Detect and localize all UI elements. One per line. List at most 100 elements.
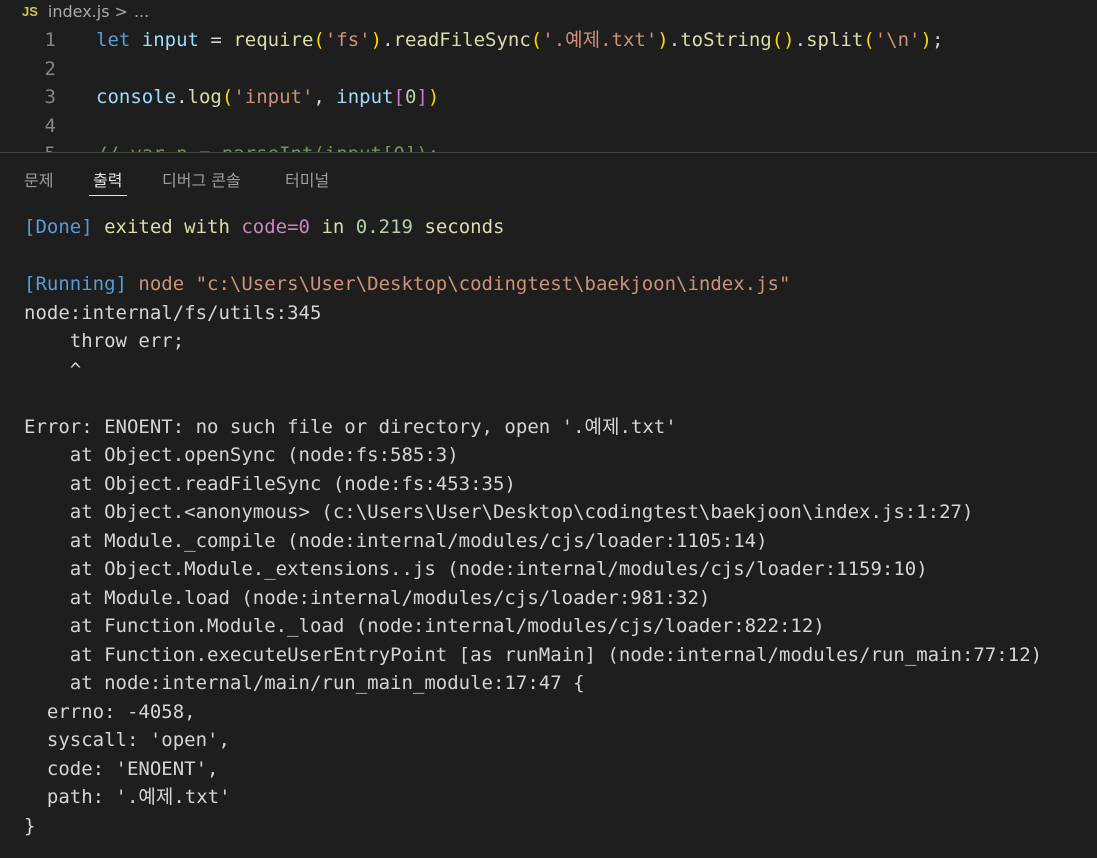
code-token: . xyxy=(382,29,394,51)
code-token: ) xyxy=(427,86,440,108)
output-line: node:internal/fs/utils:345 xyxy=(24,299,1042,328)
output-line: errno: -4058, xyxy=(24,698,1042,727)
output-line: at node:internal/main/run_main_module:17… xyxy=(24,669,1042,698)
output-segment: syscall: 'open', xyxy=(24,729,230,751)
code-token: [ xyxy=(393,86,405,108)
output-segment: path: '.예제.txt' xyxy=(24,786,231,808)
output-segment: throw err; xyxy=(24,330,185,352)
output-line: throw err; xyxy=(24,327,1042,356)
code-text: let input = require('fs').readFileSync('… xyxy=(96,26,943,54)
output-line: at Function.executeUserEntryPoint [as ru… xyxy=(24,641,1042,670)
output-line: at Object.openSync (node:fs:585:3) xyxy=(24,441,1042,470)
code-token: ( xyxy=(863,29,875,51)
output-segment: at Object.openSync (node:fs:585:3) xyxy=(24,444,459,466)
line-number: 3 xyxy=(44,86,56,108)
code-token: . xyxy=(794,29,807,51)
output-segment: at Module._compile (node:internal/module… xyxy=(24,529,768,552)
tab-terminal[interactable]: 터미널 xyxy=(285,167,329,191)
code-token: 0 xyxy=(404,86,417,108)
line-number: 1 xyxy=(44,29,56,51)
breadcrumb-file[interactable]: index.js xyxy=(48,2,110,21)
code-token: ; xyxy=(931,29,944,51)
code-token: 'input' xyxy=(233,86,314,108)
output-segment: ^ xyxy=(24,358,82,381)
output-segment: at node:internal/main/run_main_module:17… xyxy=(24,672,585,694)
output-segment: in xyxy=(310,216,356,238)
output-line: [Done] exited with code=0 in 0.219 secon… xyxy=(24,213,1042,242)
tab-problems[interactable]: 문제 xyxy=(24,167,53,191)
output-segment: } xyxy=(24,814,36,837)
code-token: ( xyxy=(313,29,325,51)
code-text: console.log('input', input[0]) xyxy=(96,83,439,111)
code-token: readFileSync xyxy=(393,29,531,51)
line-number: 2 xyxy=(44,57,56,80)
code-token: // var n = parseInt(input[0]); xyxy=(96,143,439,152)
output-line: Error: ENOENT: no such file or directory… xyxy=(24,413,1042,442)
output-segment: at Function.Module._load (node:internal/… xyxy=(24,615,825,637)
output-line: at Object.<anonymous> (c:\Users\User\Des… xyxy=(24,498,1042,527)
line-number: 5 xyxy=(0,140,56,152)
code-token: 'fs' xyxy=(324,29,371,51)
code-token: input xyxy=(336,86,394,108)
code-token: require xyxy=(233,29,314,51)
line-number: 4 xyxy=(44,114,56,137)
code-token: ) xyxy=(783,29,795,51)
code-token: . xyxy=(668,29,681,51)
code-token: ( xyxy=(530,29,543,51)
code-token: ] xyxy=(416,86,428,108)
output-line: at Object.Module._extensions..js (node:i… xyxy=(24,555,1042,584)
code-token: ) xyxy=(657,29,669,51)
output-line: at Function.Module._load (node:internal/… xyxy=(24,612,1042,641)
output-line: at Module._compile (node:internal/module… xyxy=(24,527,1042,556)
code-editor[interactable]: JS index.js > ... 1 let input = require('… xyxy=(0,0,1097,152)
chevron-right-icon: > xyxy=(114,1,128,21)
output-line: syscall: 'open', xyxy=(24,726,1042,755)
output-segment: exited with xyxy=(92,216,242,238)
tab-output[interactable]: 출력 xyxy=(93,167,122,191)
code-token: let xyxy=(96,29,131,51)
code-token: toString xyxy=(680,29,772,51)
code-token: , xyxy=(313,86,337,108)
code-token: ) xyxy=(370,29,383,51)
output-segment: [Running] xyxy=(24,273,127,295)
output-segment: seconds xyxy=(412,216,505,238)
breadcrumb-more[interactable]: ... xyxy=(134,2,149,21)
output-segment: node "c:\Users\User\Desktop\codingtest\b… xyxy=(126,273,791,295)
code-token: log xyxy=(187,86,222,108)
tab-debug-console[interactable]: 디버그 콘솔 xyxy=(162,167,241,191)
output-line: at Object.readFileSync (node:fs:453:35) xyxy=(24,470,1042,499)
output-line: code: 'ENOENT', xyxy=(24,755,1042,784)
active-tab-indicator xyxy=(89,195,127,196)
output-line: path: '.예제.txt' xyxy=(24,783,1042,812)
output-segment: at Object.Module._extensions..js (node:i… xyxy=(24,558,928,580)
code-token: ( xyxy=(221,86,234,108)
javascript-file-icon: JS xyxy=(22,3,38,19)
code-token: split xyxy=(806,29,864,51)
code-text: // var n = parseInt(input[0]); xyxy=(96,140,439,152)
output-segment: at Object.<anonymous> (c:\Users\User\Des… xyxy=(24,501,974,523)
output-segment: at Module.load (node:internal/modules/cj… xyxy=(24,586,711,609)
output-line: at Module.load (node:internal/modules/cj… xyxy=(24,584,1042,613)
output-segment: errno: -4058, xyxy=(24,700,196,723)
code-token: input xyxy=(141,29,199,51)
output-console: [Done] exited with code=0 in 0.219 secon… xyxy=(24,213,1042,840)
breadcrumb: JS index.js > ... xyxy=(0,0,1097,22)
code-token: '\n' xyxy=(874,29,921,51)
panel-tabs: 문제 출력 디버그 콘솔 터미널 xyxy=(0,153,1097,203)
output-segment: code: 'ENOENT', xyxy=(24,757,219,780)
output-segment: 0.219 xyxy=(355,216,413,238)
output-line: [Running] node "c:\Users\User\Desktop\co… xyxy=(24,270,1042,299)
output-segment: at Object.readFileSync (node:fs:453:35) xyxy=(24,472,516,495)
code-token: console xyxy=(96,86,177,108)
output-line: } xyxy=(24,812,1042,841)
output-segment: node:internal/fs/utils:345 xyxy=(24,301,322,324)
code-token: = xyxy=(198,29,234,51)
output-segment: Error: ENOENT: no such file or directory… xyxy=(24,415,677,438)
code-token: . xyxy=(176,86,188,108)
output-segment: code=0 xyxy=(241,216,310,238)
code-token: ) xyxy=(920,29,932,51)
code-token: ( xyxy=(771,29,784,51)
output-line: ^ xyxy=(24,356,1042,385)
